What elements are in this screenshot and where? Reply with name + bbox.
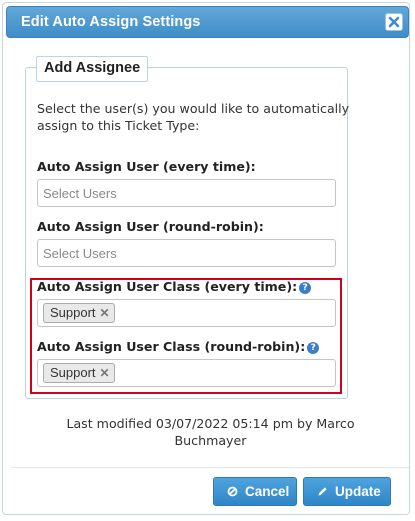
cancel-button[interactable]: Cancel <box>213 477 297 506</box>
auto-assign-user-round-robin-select[interactable]: Select Users <box>37 239 336 267</box>
auto-assign-user-every-time-select[interactable]: Select Users <box>37 179 336 207</box>
section-intro-text: Select the user(s) you would like to aut… <box>37 101 350 133</box>
select-users-placeholder: Select Users <box>43 246 117 261</box>
select-users-placeholder: Select Users <box>43 186 117 201</box>
update-button[interactable]: Update <box>303 477 391 506</box>
dialog-title: Edit Auto Assign Settings <box>21 14 201 30</box>
dialog-titlebar: Edit Auto Assign Settings <box>6 6 409 38</box>
close-button[interactable] <box>385 13 403 31</box>
cancel-circle-icon <box>226 480 238 507</box>
edit-auto-assign-dialog: Edit Auto Assign Settings Add Assignee S… <box>2 2 410 515</box>
footer-divider <box>11 467 409 468</box>
pencil-icon <box>316 480 328 507</box>
cancel-button-label: Cancel <box>245 484 290 499</box>
auto-assign-user-every-time-label: Auto Assign User (every time): <box>37 159 256 174</box>
close-icon <box>388 16 400 28</box>
section-legend: Add Assignee <box>36 56 149 82</box>
auto-assign-user-round-robin-label: Auto Assign User (round-robin): <box>37 219 264 234</box>
last-modified-text: Last modified 03/07/2022 05:14 pm by Mar… <box>66 416 355 448</box>
highlight-annotation-box <box>30 278 342 394</box>
update-button-label: Update <box>335 484 381 499</box>
